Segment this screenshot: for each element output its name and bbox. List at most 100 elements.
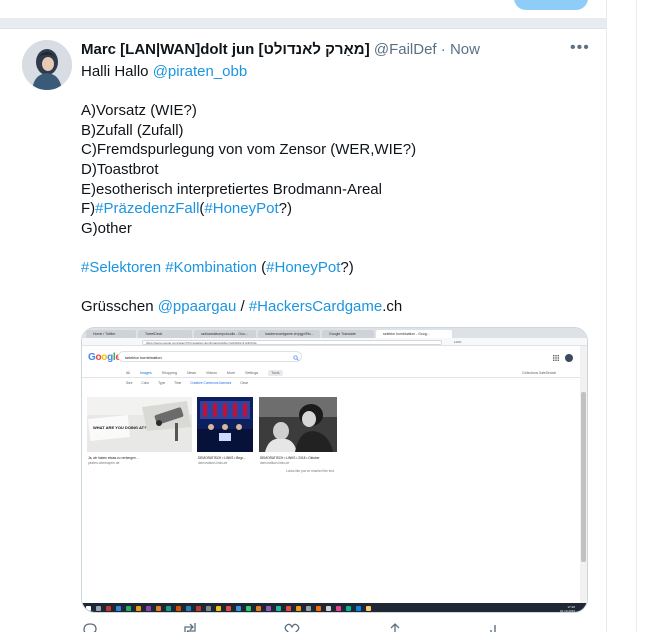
tweet-text-fragment: C)Fremdspurlegung von vom Zensor (WER,WI… xyxy=(81,141,417,159)
taskbar-icon xyxy=(106,606,111,611)
tweet-actions xyxy=(81,622,581,632)
tweet-text-fragment: G)other xyxy=(81,219,132,237)
retweet-icon[interactable] xyxy=(181,622,199,632)
tweet-line: Grüsschen @ppaargau / #HackersCardgame.c… xyxy=(81,297,591,317)
tweet-text-fragment: E)esotherisch interpretiertes Brodmann-A… xyxy=(81,180,382,198)
tweet-line: A)Vorsatz (WIE?) xyxy=(81,101,591,121)
result-title: DEMORATISCH • LINKS • 2018 • Oktober xyxy=(260,456,320,460)
tweet-text-fragment: Grüsschen xyxy=(81,298,158,316)
timestamp[interactable]: Now xyxy=(450,41,480,58)
taskbar-icon xyxy=(176,606,181,611)
filter-creative-commons: Creative Commons licenses xyxy=(190,381,232,385)
nav-images: Images xyxy=(140,371,152,375)
tweet-line: C)Fremdspurlegung von vom Zensor (WER,WI… xyxy=(81,140,591,160)
end-of-results: Looks like you've reached the end xyxy=(286,469,335,473)
windows-start-icon xyxy=(86,606,91,611)
attached-image[interactable]: Home / Twitter TweetDeck radioandstumpcl… xyxy=(81,327,588,613)
filter-time: Time xyxy=(174,381,182,385)
taskbar-icon xyxy=(306,606,311,611)
hashtag-link[interactable]: #PräzedenzFall xyxy=(95,200,199,217)
hashtag-link[interactable]: #Selektoren xyxy=(81,259,161,276)
tweet-text-fragment: ?) xyxy=(278,200,292,218)
browser-tab-active: selektor kombination - Goog... xyxy=(376,330,452,338)
tweet-line: #Selektoren #Kombination (#HoneyPot?) xyxy=(81,258,591,278)
browser-tab: Home / Twitter xyxy=(86,330,136,338)
taskbar-icon xyxy=(256,606,261,611)
hashtag-link[interactable]: #HoneyPot xyxy=(204,200,278,217)
taskbar-icon xyxy=(246,606,251,611)
taskbar-icon xyxy=(206,606,211,611)
tweet-button[interactable] xyxy=(514,0,588,10)
more-options-icon[interactable]: ••• xyxy=(570,39,590,57)
avatar[interactable] xyxy=(22,40,72,90)
tweet-line: Halli Hallo @piraten_obb xyxy=(81,62,591,82)
result-caption: DEMORATISCH • LINKS • 2018 • Oktober dem… xyxy=(260,456,320,465)
tweet-text-fragment: ( xyxy=(256,258,267,276)
search-icon xyxy=(293,355,299,361)
browser-zoom: 110% xyxy=(454,339,462,344)
browser-tab: TweetDeck xyxy=(138,330,192,338)
result-image-camera: WHAT ARE YOU DOING AT? xyxy=(87,397,192,452)
result-title: DEMORATISCH • LINKS • Begr... xyxy=(198,456,246,460)
taskbar-icon xyxy=(96,606,101,611)
tweet-text-fragment: .ch xyxy=(382,298,403,316)
tweet-line: B)Zufall (Zufall) xyxy=(81,121,591,141)
taskbar-icon xyxy=(216,606,221,611)
taskbar-icon xyxy=(166,606,171,611)
tweet-line: E)esotherisch interpretiertes Brodmann-A… xyxy=(81,180,591,200)
hashtag-link[interactable]: #HoneyPot xyxy=(266,259,340,276)
taskbar-icon xyxy=(316,606,321,611)
browser-tab: hackerscardgame.ch/pgp/99c... xyxy=(258,330,320,338)
result-source: piraten-oberbayern.de xyxy=(88,460,120,465)
user-handle[interactable]: @FailDef xyxy=(374,41,437,58)
nav-videos: Videos xyxy=(205,371,217,375)
top-bar xyxy=(0,0,606,18)
analytics-icon[interactable] xyxy=(486,622,504,632)
apps-grid-icon xyxy=(553,355,559,361)
scrollbar-thumb xyxy=(581,392,586,562)
column-border xyxy=(606,0,607,632)
mention-link[interactable]: @ppaargau xyxy=(158,298,237,315)
result-caption: DEMORATISCH • LINKS • Begr... demoratisc… xyxy=(198,456,246,465)
tweet[interactable]: Marc [LAN|WAN]dolt jun [מאַרק לאנדולט] @… xyxy=(0,29,606,632)
taskbar-icon xyxy=(136,606,141,611)
hashtag-link[interactable]: #Kombination xyxy=(165,259,257,276)
nav-divider xyxy=(82,377,587,378)
right-panel-edge xyxy=(636,0,650,632)
tweet-text-fragment: A)Vorsatz (WIE?) xyxy=(81,102,197,120)
taskbar-icon xyxy=(226,606,231,611)
tweet-text-fragment: ?) xyxy=(340,258,354,276)
taskbar-icon xyxy=(156,606,161,611)
taskbar-icon xyxy=(116,606,121,611)
hashtag-link[interactable]: #HackersCardgame xyxy=(249,298,382,315)
taskbar-icon xyxy=(336,606,341,611)
taskbar-icon xyxy=(296,606,301,611)
google-logo: Google xyxy=(88,352,121,363)
taskbar-icon xyxy=(276,606,281,611)
filter-type: Type xyxy=(158,381,166,385)
display-name[interactable]: Marc [LAN|WAN]dolt jun [מאַרק לאנדולט] xyxy=(81,41,370,58)
google-nav: All Images Shopping News Videos More Set… xyxy=(126,370,292,376)
filter-clear: Clear xyxy=(240,381,249,385)
taskbar-clock: 17:20 01.10.2019 xyxy=(560,605,575,613)
taskbar-icon xyxy=(236,606,241,611)
reply-icon[interactable] xyxy=(81,622,99,632)
taskbar-icon xyxy=(126,606,131,611)
result-image-people xyxy=(259,397,337,452)
clock-date: 01.10.2019 xyxy=(560,608,576,613)
share-icon[interactable] xyxy=(386,622,404,632)
like-icon[interactable] xyxy=(283,622,301,632)
filter-color: Color xyxy=(141,381,150,385)
nav-settings: Settings xyxy=(245,371,259,375)
taskbar-icon xyxy=(146,606,151,611)
account-avatar xyxy=(565,354,573,362)
filter-size: Size xyxy=(126,381,133,385)
result-image-stage xyxy=(197,397,253,452)
mention-link[interactable]: @piraten_obb xyxy=(153,63,247,80)
result-source: demoratisch-links.de xyxy=(260,460,290,465)
windows-taskbar: 17:20 01.10.2019 xyxy=(82,603,587,613)
result-source: demoratisch-links.de xyxy=(198,460,228,465)
taskbar-icon xyxy=(326,606,331,611)
